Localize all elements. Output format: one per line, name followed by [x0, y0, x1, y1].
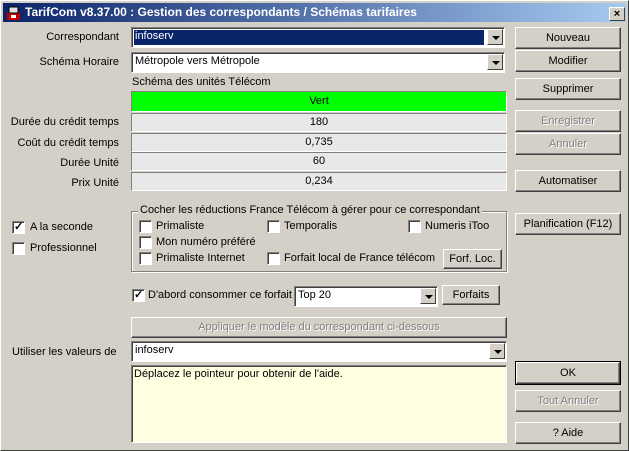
enregistrer-button[interactable]: Enregistrer: [515, 110, 621, 132]
mon-numero-checkbox[interactable]: [139, 236, 152, 249]
help-text: Déplacez le pointeur pour obtenir de l'a…: [134, 368, 343, 380]
utiliser-label: Utiliser les valeurs de: [12, 346, 117, 358]
supprimer-button[interactable]: Supprimer: [515, 78, 621, 100]
primaliste-checkbox[interactable]: [139, 220, 152, 233]
mon-numero-label: Mon numéro préféré: [156, 236, 256, 248]
temporalis-label: Temporalis: [284, 220, 338, 232]
close-button[interactable]: ×: [609, 7, 625, 21]
forfait-local-label: Forfait local de France télécom: [284, 252, 436, 264]
unites-select[interactable]: Vert: [131, 91, 507, 112]
cout-credit-field[interactable]: 0,735: [131, 133, 507, 152]
schema-horaire-select[interactable]: Métropole vers Métropole: [131, 52, 505, 73]
primaliste-internet-label: Primaliste Internet: [156, 252, 245, 264]
tarifcom-window: TarifCom v8.37.00 : Gestion des correspo…: [0, 0, 629, 451]
modifier-button[interactable]: Modifier: [515, 50, 621, 72]
primaliste-label: Primaliste: [156, 220, 205, 232]
automatiser-button[interactable]: Automatiser: [515, 170, 621, 192]
schema-horaire-label: Schéma Horaire: [39, 56, 119, 68]
prix-unite-label: Prix Unité: [71, 177, 119, 189]
annuler-button[interactable]: Annuler: [515, 133, 621, 155]
nouveau-button[interactable]: Nouveau: [515, 27, 621, 49]
help-panel: Déplacez le pointeur pour obtenir de l'a…: [131, 365, 507, 443]
primaliste-internet-checkbox[interactable]: [139, 252, 152, 265]
numeris-label: Numeris iToo: [425, 220, 490, 232]
forfait-value: Top 20: [298, 289, 332, 301]
duree-credit-field[interactable]: 180: [131, 113, 507, 132]
forfaits-button[interactable]: Forfaits: [442, 285, 500, 305]
a-la-seconde-checkbox[interactable]: [12, 220, 25, 234]
forfait-label: D'abord consommer ce forfait: [148, 289, 292, 301]
forfait-local-checkbox[interactable]: [267, 252, 280, 265]
temporalis-checkbox[interactable]: [267, 220, 280, 233]
planification-button[interactable]: Planification (F12): [515, 213, 621, 235]
cout-credit-label: Coût du crédit temps: [17, 137, 120, 149]
forfait-select[interactable]: Top 20: [294, 286, 438, 307]
aide-button[interactable]: ? Aide: [515, 422, 621, 444]
chevron-down-icon[interactable]: [487, 29, 503, 45]
title-bar: TarifCom v8.37.00 : Gestion des correspo…: [3, 3, 626, 22]
duree-credit-label: Durée du crédit temps: [10, 116, 119, 128]
chevron-down-icon[interactable]: [420, 288, 436, 304]
appliquer-modele-button[interactable]: Appliquer le modèle du correspondant ci-…: [131, 317, 507, 338]
a-la-seconde-label: A la seconde: [30, 221, 93, 233]
correspondant-label: Correspondant: [46, 31, 119, 43]
reductions-caption: Cocher les réductions France Télécom à g…: [138, 204, 482, 216]
professionnel-checkbox[interactable]: [12, 242, 25, 255]
schema-horaire-value: Métropole vers Métropole: [135, 55, 260, 67]
chevron-down-icon[interactable]: [489, 343, 505, 359]
window-title: TarifCom v8.37.00 : Gestion des correspo…: [25, 5, 417, 19]
correspondant-value: infoserv: [134, 30, 484, 45]
correspondant-select[interactable]: infoserv: [131, 27, 505, 48]
forfait-checkbox[interactable]: [132, 288, 145, 302]
forf-loc-button[interactable]: Forf. Loc.: [443, 249, 502, 269]
ok-button[interactable]: OK: [515, 361, 621, 385]
prix-unite-field[interactable]: 0,234: [131, 172, 507, 191]
utiliser-select[interactable]: infoserv: [131, 341, 507, 362]
unites-label: Schéma des unités Télécom: [132, 76, 271, 88]
utiliser-value: infoserv: [135, 344, 174, 356]
chevron-down-icon[interactable]: [487, 54, 503, 70]
professionnel-label: Professionnel: [30, 242, 97, 254]
numeris-checkbox[interactable]: [408, 220, 421, 233]
duree-unite-label: Durée Unité: [60, 157, 119, 169]
app-icon: [7, 6, 20, 20]
duree-unite-field[interactable]: 60: [131, 152, 507, 171]
tout-annuler-button[interactable]: Tout Annuler: [515, 390, 621, 412]
